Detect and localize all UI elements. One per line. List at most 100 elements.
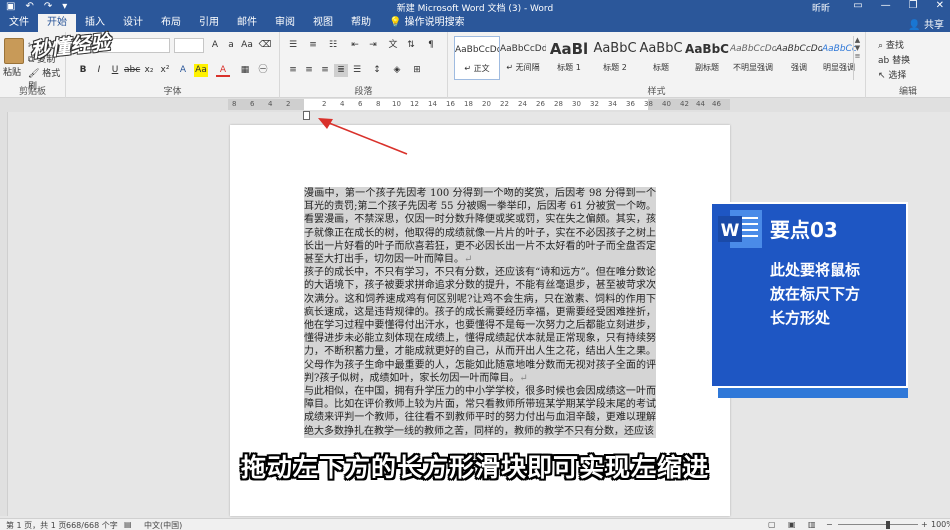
style-heading-1[interactable]: AaBl 标题 1 <box>546 36 592 80</box>
chevron-down-icon[interactable]: ▼ <box>855 44 860 52</box>
zoom-in-icon[interactable]: + <box>921 520 928 529</box>
borders-icon[interactable]: ⊞ <box>410 64 424 77</box>
ribbon-body: 粘贴 ✂ 剪切 ⧉ 复制 🖌 格式刷 剪贴板 A a Aa ⌫ B I U ab… <box>0 32 950 98</box>
style-subtitle[interactable]: AaBbC 副标题 <box>684 36 730 80</box>
tell-me-search[interactable]: 💡 操作说明搜索 <box>380 14 474 32</box>
chinese-layout-icon[interactable]: 文 <box>386 39 400 52</box>
ruler-tick: 6 <box>358 100 363 108</box>
text-effects-button[interactable]: A <box>176 64 190 77</box>
ruler-tick: 12 <box>410 100 419 108</box>
cursor-icon: ↖ <box>878 71 889 81</box>
italic-button[interactable]: I <box>92 64 106 77</box>
change-case-icon[interactable]: Aa <box>240 39 254 52</box>
ruler-tick: 4 <box>340 100 345 108</box>
enclose-char-icon[interactable]: ㊀ <box>256 64 270 77</box>
align-right-icon[interactable]: ≡ <box>318 64 332 77</box>
user-name[interactable]: 昕昕 <box>812 1 830 14</box>
shrink-font-icon[interactable]: a <box>224 39 238 52</box>
ruler-tick: 28 <box>554 100 563 108</box>
subscript-button[interactable]: x₂ <box>142 64 156 77</box>
page-count[interactable]: 第 1 页，共 1 页 <box>6 520 66 530</box>
left-indent-marker[interactable] <box>303 111 310 120</box>
distribute-icon[interactable]: ☰ <box>350 64 364 77</box>
strikethrough-button[interactable]: abc <box>124 64 140 77</box>
align-center-icon[interactable]: ≡ <box>302 64 316 77</box>
ruler-tick: 2 <box>286 100 291 108</box>
tab-review[interactable]: 审阅 <box>266 14 304 32</box>
shading-icon[interactable]: ◈ <box>390 64 404 77</box>
show-marks-icon[interactable]: ¶ <box>424 39 438 52</box>
multilevel-list-icon[interactable]: ☷ <box>326 39 340 52</box>
font-color-button[interactable]: A <box>216 64 230 77</box>
align-left-icon[interactable]: ≡ <box>286 64 300 77</box>
tab-view[interactable]: 视图 <box>304 14 342 32</box>
proofing-icon[interactable]: ▤ <box>124 520 132 529</box>
tab-design[interactable]: 设计 <box>114 14 152 32</box>
print-layout-icon[interactable]: ▣ <box>788 520 796 529</box>
read-mode-icon[interactable]: ▢ <box>768 520 776 529</box>
tab-file[interactable]: 文件 <box>0 14 38 32</box>
find-label: 查找 <box>885 41 904 51</box>
tab-help[interactable]: 帮助 <box>342 14 380 32</box>
replace-icon: ab <box>878 56 893 66</box>
underline-button[interactable]: U <box>108 64 122 77</box>
line-spacing-icon[interactable]: ↕ <box>370 64 384 77</box>
zoom-level[interactable]: 100% <box>931 520 950 529</box>
style-emphasis[interactable]: AaBbCcDd 强调 <box>776 36 822 80</box>
web-layout-icon[interactable]: ▥ <box>808 520 816 529</box>
highlight-button[interactable]: Aa <box>194 64 208 77</box>
grow-font-icon[interactable]: A <box>208 39 222 52</box>
document-body[interactable]: 漫画中，第一个孩子先因考 100 分得到一个吻的奖赏，后因考 98 分得到一个耳… <box>304 187 656 438</box>
superscript-button[interactable]: x² <box>158 64 172 77</box>
zoom-slider[interactable] <box>838 524 918 525</box>
bullets-icon[interactable]: ☰ <box>286 39 300 52</box>
char-shading-icon[interactable]: ▦ <box>238 64 252 77</box>
style-title[interactable]: AaBbC 标题 <box>638 36 684 80</box>
tab-mailings[interactable]: 邮件 <box>228 14 266 32</box>
style-no-spacing[interactable]: AaBbCcDd ↵ 无间隔 <box>500 36 546 80</box>
more-icon[interactable]: ≡ <box>855 52 861 60</box>
numbering-icon[interactable]: ≡ <box>306 39 320 52</box>
find-button[interactable]: ⌕ 查找 <box>878 38 904 51</box>
increase-indent-icon[interactable]: ⇥ <box>366 39 380 52</box>
share-label: 共享 <box>924 20 944 31</box>
chevron-up-icon[interactable]: ▲ <box>855 36 860 44</box>
share-button[interactable]: 👤 共享 <box>908 16 944 31</box>
select-button[interactable]: ↖ 选择 <box>878 68 906 81</box>
style-heading-2[interactable]: AaBbC 标题 2 <box>592 36 638 80</box>
styles-scroll[interactable]: ▲ ▼ ≡ <box>853 36 861 80</box>
font-size-box[interactable] <box>174 38 204 53</box>
word-count[interactable]: 668/668 个字 <box>66 520 118 530</box>
paragraph[interactable]: 漫画中，第一个孩子先因考 100 分得到一个吻的奖赏，后因考 98 分得到一个耳… <box>304 187 656 267</box>
clear-format-icon[interactable]: ⌫ <box>258 39 272 52</box>
style-name: 明显强调 <box>823 63 855 72</box>
ribbon-display-icon[interactable]: ▭ <box>853 0 862 11</box>
horizontal-ruler[interactable]: 8 6 4 2 2 4 6 8 10 12 14 16 18 20 22 24 … <box>228 99 730 110</box>
language-indicator[interactable]: 中文(中国) <box>144 520 182 530</box>
minimize-icon[interactable]: — <box>881 0 891 11</box>
style-subtle-emphasis[interactable]: AaBbCcDd 不明显强调 <box>730 36 776 80</box>
tab-layout[interactable]: 布局 <box>152 14 190 32</box>
paragraph[interactable]: 与此相似，在中国，拥有升学压力的中小学学校，很多时候也会因成绩这一叶而障目。比如… <box>304 385 656 438</box>
style-name: 副标题 <box>695 63 719 72</box>
maximize-icon[interactable]: ❐ <box>909 0 918 11</box>
tab-references[interactable]: 引用 <box>190 14 228 32</box>
editing-group-label: 编辑 <box>898 87 917 97</box>
paste-icon[interactable] <box>4 38 24 64</box>
style-normal[interactable]: AaBbCcDd ↵ 正文 <box>454 36 500 80</box>
justify-icon[interactable]: ≣ <box>334 64 348 77</box>
sort-icon[interactable]: ⇅ <box>404 39 418 52</box>
paragraph-text: 孩子的成长中，不只有学习，不只有分数，还应该有“诗和远方”。但在唯分数论的大语境… <box>304 267 656 384</box>
bold-button[interactable]: B <box>76 64 90 77</box>
close-icon[interactable]: ✕ <box>936 0 944 11</box>
replace-button[interactable]: ab 替换 <box>878 53 910 66</box>
style-intense-emphasis[interactable]: AaBbCcDd 明显强调 <box>822 36 856 80</box>
paste-label[interactable]: 粘贴 <box>3 65 21 78</box>
zoom-slider-thumb[interactable] <box>886 521 890 529</box>
ruler-tick: 8 <box>376 100 381 108</box>
style-sample: AaBbCcDd <box>730 44 776 54</box>
zoom-out-icon[interactable]: − <box>826 520 833 529</box>
paragraph[interactable]: 孩子的成长中，不只有学习，不只有分数，还应该有“诗和远方”。但在唯分数论的大语境… <box>304 266 656 386</box>
paragraph-mark: ↵ <box>464 254 473 266</box>
decrease-indent-icon[interactable]: ⇤ <box>348 39 362 52</box>
